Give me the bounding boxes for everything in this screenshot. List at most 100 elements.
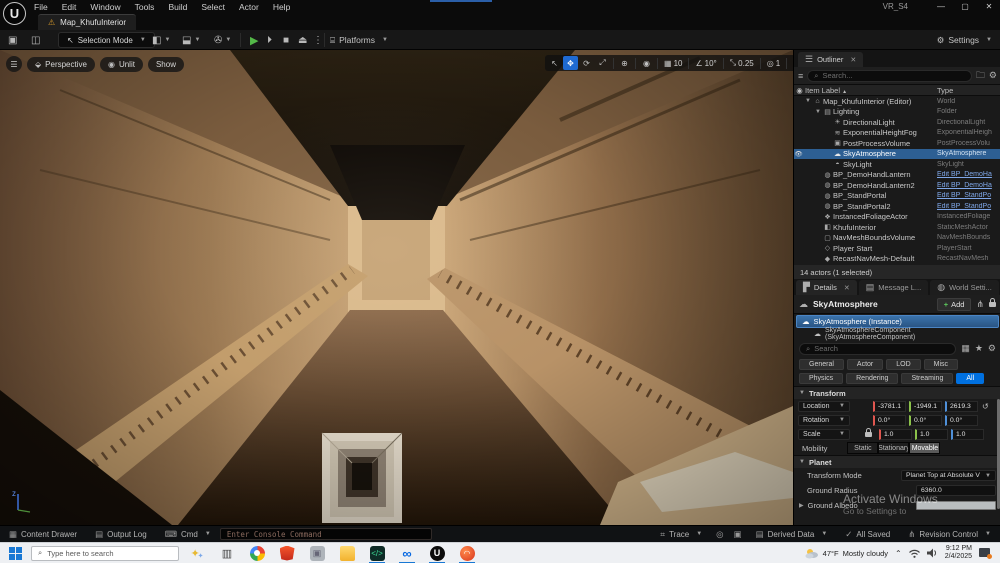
actor-label[interactable]: RecastNavMesh-Default bbox=[833, 254, 937, 263]
level-viewport[interactable]: ☰ ⬙ Perspective ◉ Unlit Show ↖ ✥ ⟳ ⤢ ⊕ ◉… bbox=[0, 50, 793, 525]
save-icon[interactable]: ▣ bbox=[8, 33, 17, 47]
actor-type[interactable]: SkyLight bbox=[937, 161, 1000, 168]
unreal-engine-logo-icon[interactable]: U bbox=[3, 2, 26, 25]
actor-label[interactable]: SkyAtmosphere bbox=[843, 149, 937, 158]
visibility-column-icon[interactable]: ◉ bbox=[794, 86, 805, 95]
actor-type[interactable]: StaticMeshActor bbox=[937, 224, 1000, 231]
ground-albedo-color-swatch[interactable] bbox=[916, 501, 996, 510]
menu-item[interactable]: Help bbox=[273, 2, 290, 12]
select-tool-icon[interactable]: ↖ bbox=[547, 56, 562, 70]
remote-desktop-icon[interactable]: ▣ bbox=[305, 543, 329, 563]
surface-snapping-icon[interactable]: ◉ bbox=[639, 56, 654, 70]
outliner-row[interactable]: 👁 ▼ ◇ Player Start PlayerStart bbox=[794, 243, 1000, 254]
actor-label[interactable]: BP_DemoHandLantern2 bbox=[833, 181, 937, 190]
outliner-row[interactable]: 👁 ▼ ◍ BP_StandPortal2 Edit BP_StandPo bbox=[794, 201, 1000, 212]
actor-label[interactable]: PostProcessVolume bbox=[843, 139, 937, 148]
source-control-icon[interactable]: ◫ bbox=[31, 33, 40, 47]
actor-label[interactable]: NavMeshBoundsVolume bbox=[833, 233, 937, 242]
scale-dropdown[interactable]: Scale ▼ bbox=[798, 428, 850, 440]
filter-chip[interactable]: Streaming bbox=[901, 373, 954, 384]
outliner-row[interactable]: 👁 ▼ ◧ KhufuInterior StaticMeshActor bbox=[794, 222, 1000, 233]
scale-snap-value[interactable]: 0.25 bbox=[738, 59, 754, 68]
actor-label[interactable]: BP_DemoHandLantern bbox=[833, 170, 937, 179]
rotation-y-field[interactable]: 0.0° bbox=[909, 414, 942, 426]
browser-icon[interactable] bbox=[245, 543, 269, 563]
frame-skip-button[interactable]: ⏵ bbox=[267, 33, 272, 47]
perspective-dropdown[interactable]: ⬙ Perspective bbox=[27, 56, 95, 72]
meta-quest-icon[interactable]: ∞ bbox=[395, 543, 419, 563]
outliner-row[interactable]: 👁 ▼ ▣ PostProcessVolume PostProcessVolu bbox=[794, 138, 1000, 149]
taskbar-search-input[interactable]: ⌕ Type here to search bbox=[31, 545, 179, 561]
add-component-button[interactable]: + Add bbox=[936, 297, 972, 311]
actor-type[interactable]: Edit BP_StandPo bbox=[937, 192, 1000, 199]
outliner-row[interactable]: 👁 ▼ ◍ BP_DemoHandLantern Edit BP_DemoHa bbox=[794, 170, 1000, 181]
menu-item[interactable]: Window bbox=[90, 2, 120, 12]
ground-radius-field[interactable]: 6360.0 bbox=[916, 485, 996, 496]
menu-item[interactable]: Tools bbox=[135, 2, 155, 12]
trace-dropdown[interactable]: ⌗ Trace ▼ bbox=[651, 526, 711, 543]
close-icon[interactable]: ✕ bbox=[844, 284, 850, 292]
insights-icon[interactable]: ◎ bbox=[711, 529, 728, 540]
cmd-dropdown[interactable]: ⌨ Cmd ▼ bbox=[156, 526, 220, 543]
actor-label[interactable]: InstancedFoliageActor bbox=[833, 212, 937, 221]
all-saved-button[interactable]: ✓ All Saved bbox=[836, 526, 899, 543]
world-coordinate-icon[interactable]: ⊕ bbox=[617, 56, 632, 70]
menu-item[interactable]: Edit bbox=[62, 2, 77, 12]
actor-type[interactable]: World bbox=[937, 98, 1000, 105]
type-column[interactable]: Type bbox=[937, 86, 1000, 95]
move-tool-icon[interactable]: ✥ bbox=[563, 56, 578, 70]
actor-type[interactable]: Edit BP_StandPo bbox=[937, 203, 1000, 210]
rotation-snap-value[interactable]: 10° bbox=[705, 59, 717, 68]
copilot-sparkle-icon[interactable]: ✦ ✦ bbox=[185, 543, 209, 563]
rotation-z-field[interactable]: 0.0° bbox=[945, 414, 978, 426]
actor-type[interactable]: Edit BP_DemoHa bbox=[937, 182, 1000, 189]
outliner-settings-icon[interactable]: ⚙ bbox=[989, 70, 997, 81]
scale-tool-icon[interactable]: ⤢ bbox=[595, 56, 610, 70]
filter-chip[interactable]: LOD bbox=[886, 359, 921, 370]
play-options-kebab-icon[interactable]: ⋮ bbox=[313, 33, 323, 47]
filter-chip[interactable]: All bbox=[956, 373, 985, 384]
scale-x-field[interactable]: 1.0 bbox=[879, 428, 912, 440]
actor-label[interactable]: ExponentialHeightFog bbox=[843, 128, 937, 137]
scale-z-field[interactable]: 1.0 bbox=[951, 428, 984, 440]
actor-label[interactable]: KhufuInterior bbox=[833, 223, 937, 232]
network-icon[interactable] bbox=[908, 549, 920, 558]
filter-chip[interactable]: Actor bbox=[846, 359, 884, 370]
location-x-field[interactable]: -3781.1 bbox=[873, 400, 906, 412]
tab-details[interactable]: ▛ Details ✕ bbox=[796, 280, 857, 295]
eye-icon[interactable]: 👁 bbox=[794, 150, 803, 158]
actor-type[interactable]: InstancedFoliage bbox=[937, 213, 1000, 220]
rotate-tool-icon[interactable]: ⟳ bbox=[579, 56, 594, 70]
revision-control-dropdown[interactable]: ⋔ Revision Control ▼ bbox=[899, 526, 1000, 543]
location-dropdown[interactable]: Location ▼ bbox=[798, 400, 850, 412]
mobility-option[interactable]: Static bbox=[847, 442, 879, 454]
platforms-dropdown[interactable]: ⌸ Platforms ▼ bbox=[330, 32, 388, 48]
actor-type[interactable]: PostProcessVolu bbox=[937, 140, 1000, 147]
grid-snap-value[interactable]: 10 bbox=[674, 59, 683, 68]
menu-item[interactable]: Build bbox=[168, 2, 187, 12]
filter-chip[interactable]: Rendering bbox=[846, 373, 899, 384]
blueprints-icon[interactable]: ⬓ ▼ bbox=[182, 33, 200, 47]
file-explorer-icon[interactable] bbox=[335, 543, 359, 563]
outliner-search-input[interactable]: ⌕ Search... bbox=[807, 69, 972, 82]
outliner-row[interactable]: 👁 ▼ ▢ NavMeshBoundsVolume NavMeshBounds bbox=[794, 233, 1000, 244]
minimize-button[interactable]: — bbox=[930, 0, 952, 13]
outliner-tab[interactable]: ☰ Outliner ✕ bbox=[798, 52, 864, 67]
actor-type[interactable]: Edit BP_DemoHa bbox=[937, 171, 1000, 178]
actor-type[interactable]: Folder bbox=[937, 108, 1000, 115]
console-command-input[interactable]: Enter Console Command bbox=[219, 528, 432, 540]
reset-location-icon[interactable]: ↺ bbox=[982, 402, 989, 411]
actor-type[interactable]: PlayerStart bbox=[937, 245, 1000, 252]
selection-mode-dropdown[interactable]: ↖ Selection Mode ▼ bbox=[58, 32, 155, 48]
details-search-input[interactable]: ⌕ Search bbox=[799, 342, 957, 355]
show-dropdown[interactable]: Show bbox=[147, 56, 184, 72]
item-label-column[interactable]: Item Label ▲ bbox=[805, 86, 937, 95]
view-mode-dropdown[interactable]: ◉ Unlit bbox=[99, 56, 143, 72]
outliner-row[interactable]: 👁 ▼ ◍ BP_StandPortal Edit BP_StandPo bbox=[794, 191, 1000, 202]
viewport-menu-icon[interactable]: ☰ bbox=[6, 56, 22, 72]
close-icon[interactable]: ✕ bbox=[850, 56, 856, 64]
screenshot-icon[interactable]: ▣ bbox=[729, 529, 747, 540]
favorites-icon[interactable]: ★ bbox=[975, 343, 983, 354]
outliner-row[interactable]: 👁 ▼ ◓ SkyLight SkyLight bbox=[794, 159, 1000, 170]
actor-type[interactable]: DirectionalLight bbox=[937, 119, 1000, 126]
